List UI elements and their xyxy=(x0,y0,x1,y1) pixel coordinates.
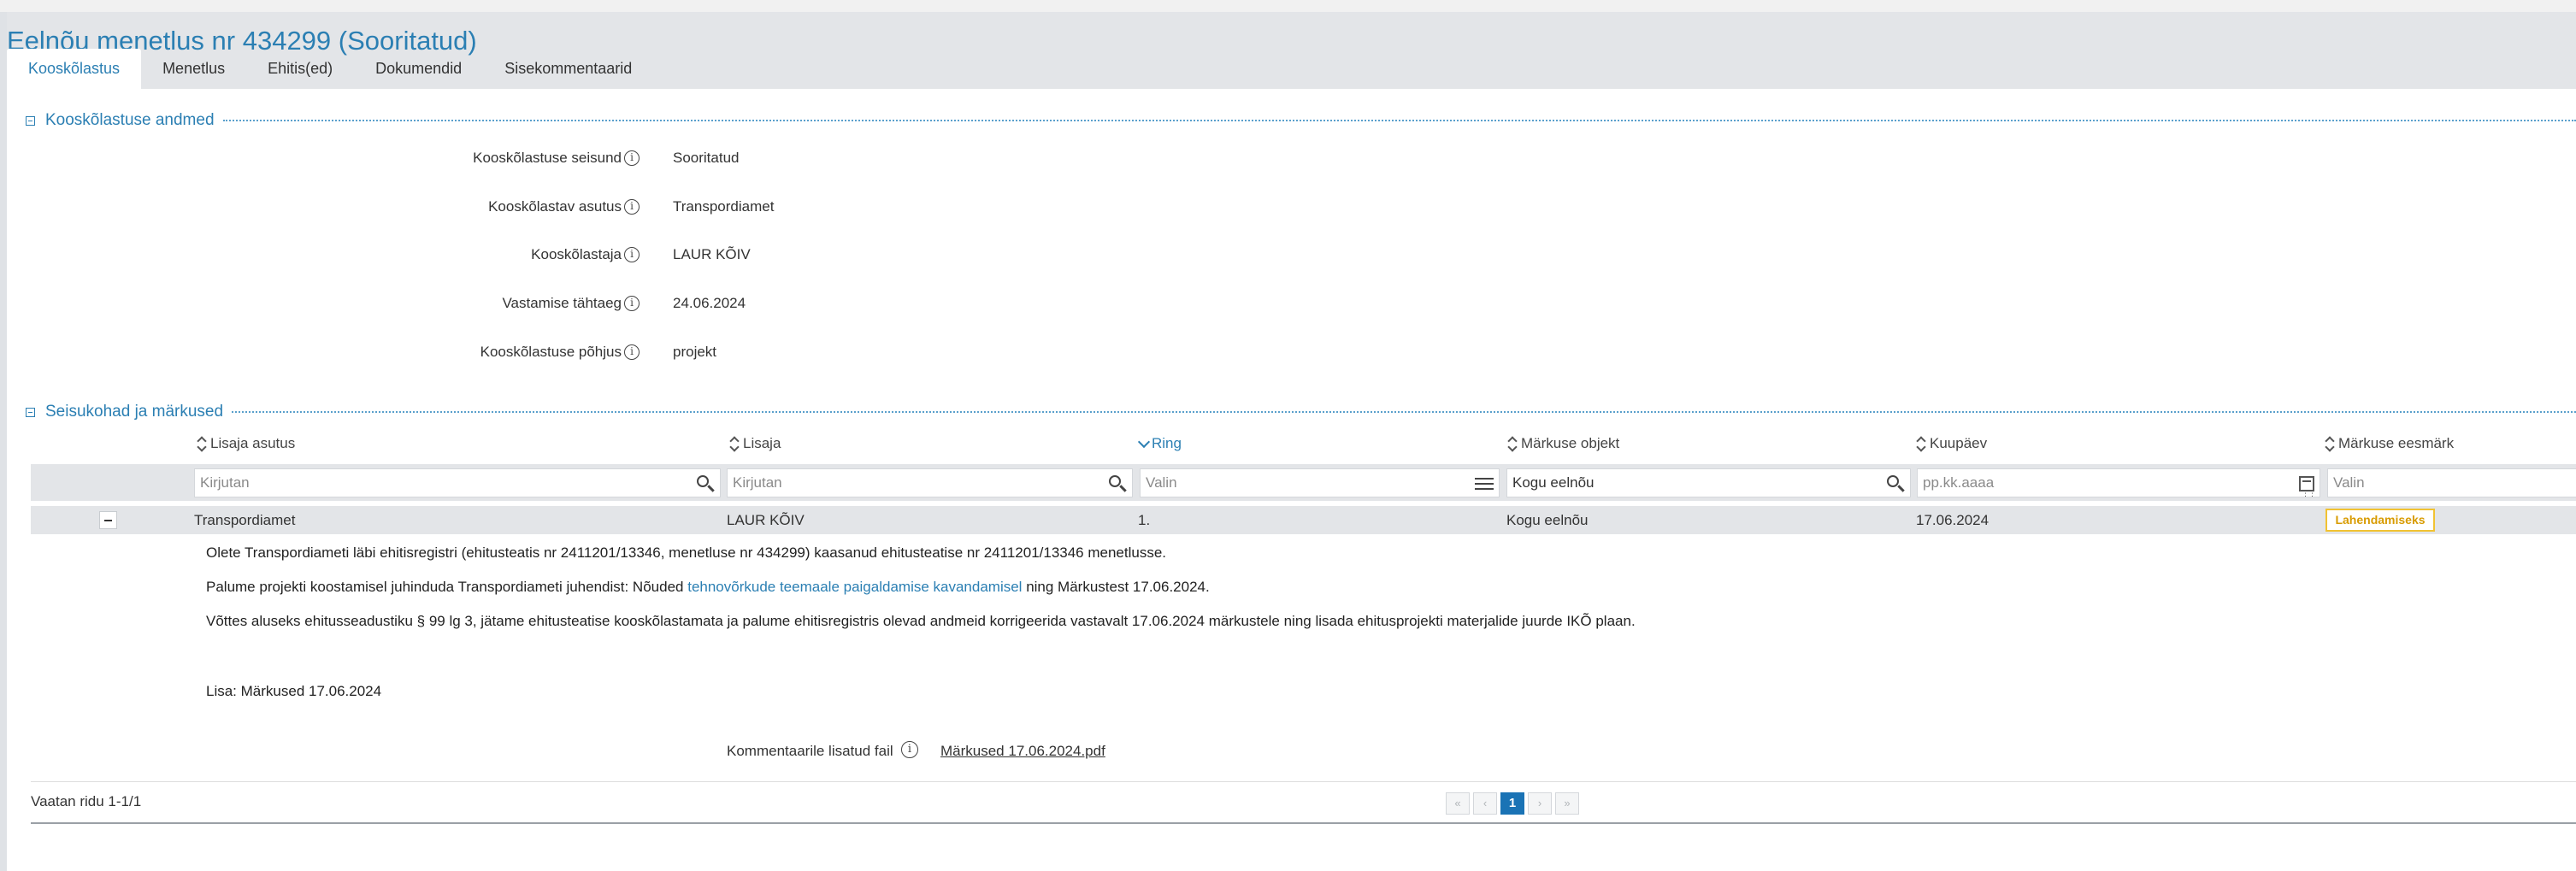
filter-object-input[interactable]: Kogu eelnõu xyxy=(1506,468,1911,497)
current-page-button[interactable]: 1 xyxy=(1500,792,1524,815)
filter-date-input[interactable]: pp.kk.aaaa xyxy=(1917,468,2320,497)
field-label: Kooskõlastuse põhjus xyxy=(480,344,622,360)
collapse-row-button[interactable] xyxy=(99,511,117,529)
tab-menetlus[interactable]: Menetlus xyxy=(141,49,246,89)
tab-sisekommentaarid[interactable]: Sisekommentaarid xyxy=(483,49,653,89)
attached-file-link[interactable]: Märkused 17.06.2024.pdf xyxy=(940,743,1105,760)
rows-info: Vaatan ridu 1-1/1 xyxy=(31,793,142,809)
column-header-author[interactable]: Lisaja xyxy=(729,433,781,455)
field-row-status: Kooskõlastuse seisund i Sooritatud xyxy=(0,145,855,171)
list-icon[interactable] xyxy=(1475,474,1494,493)
attached-file-label: Kommentaarile lisatud fail xyxy=(727,743,893,759)
placeholder: Valin xyxy=(1146,474,1177,491)
field-row-deadline: Vastamise tähtaeg i 24.06.2024 xyxy=(0,291,855,316)
column-header-round[interactable]: Ring xyxy=(1138,433,1182,455)
field-row-agency: Kooskõlastav asutus i Transpordiamet xyxy=(0,194,855,220)
sort-desc-icon xyxy=(1138,435,1148,452)
field-label: Vastamise tähtaeg xyxy=(502,295,622,311)
column-header-object[interactable]: Märkuse objekt xyxy=(1507,433,1619,455)
info-icon[interactable]: i xyxy=(624,344,640,360)
prev-page-button[interactable]: ‹ xyxy=(1473,792,1497,815)
table-row[interactable] xyxy=(31,506,2576,534)
field-label: Kooskõlastaja xyxy=(531,246,622,262)
cell-round: 1. xyxy=(1138,512,1151,528)
page-header: Eelnõu menetlus nr 434299 (Sooritatud) K… xyxy=(0,12,2576,89)
info-icon[interactable]: i xyxy=(624,150,640,166)
filter-round-select[interactable]: Valin xyxy=(1140,468,1500,497)
field-value: Transpordiamet xyxy=(673,198,775,215)
comment-paragraph: Võttes aluseks ehitusseadustiku § 99 lg … xyxy=(206,613,1636,629)
comment-paragraph: Palume projekti koostamisel juhinduda Tr… xyxy=(206,579,1210,596)
sort-icon xyxy=(197,435,207,452)
browser-top-strip xyxy=(0,0,2576,12)
field-row-reason: Kooskõlastuse põhjus i projekt xyxy=(0,339,855,365)
pagination: « ‹ 1 › » xyxy=(1446,792,1579,815)
calendar-icon[interactable] xyxy=(2299,476,2315,497)
placeholder: Valin xyxy=(2333,474,2365,491)
column-header-agency[interactable]: Lisaja asutus xyxy=(197,433,295,455)
collapse-comments-button[interactable] xyxy=(26,407,35,417)
last-page-button[interactable]: » xyxy=(1555,792,1579,815)
details-section-title: Kooskõlastuse andmed xyxy=(45,111,215,129)
filter-value: Kogu eelnõu xyxy=(1512,474,1595,491)
info-icon[interactable]: i xyxy=(624,247,640,262)
collapse-details-button[interactable] xyxy=(26,115,35,126)
column-header-purpose[interactable]: Märkuse eesmärk xyxy=(2325,433,2454,455)
column-label: Lisaja xyxy=(743,435,781,451)
column-label: Lisaja asutus xyxy=(210,435,296,451)
sort-icon xyxy=(729,435,740,452)
info-icon[interactable]: i xyxy=(624,199,640,215)
filter-agency-input[interactable]: Kirjutan xyxy=(194,468,721,497)
placeholder: Kirjutan xyxy=(200,474,250,491)
comments-section-title: Seisukohad ja märkused xyxy=(45,403,224,421)
cell-agency: Transpordiamet xyxy=(194,512,296,528)
field-label: Kooskõlastav asutus xyxy=(488,198,622,215)
tab-ehitised[interactable]: Ehitis(ed) xyxy=(246,49,354,89)
tab-dokumendid[interactable]: Dokumendid xyxy=(354,49,483,89)
comments-section-header: Seisukohad ja märkused xyxy=(26,402,2576,422)
field-value: projekt xyxy=(673,344,717,360)
field-row-approver: Kooskõlastaja i LAUR KÕIV xyxy=(0,242,855,268)
info-icon[interactable]: i xyxy=(624,296,640,311)
details-section-header: Kooskõlastuse andmed xyxy=(26,110,2576,131)
column-header-date[interactable]: Kuupäev xyxy=(1916,433,1987,455)
field-value: 24.06.2024 xyxy=(673,295,746,311)
field-value: LAUR KÕIV xyxy=(673,246,751,262)
tab-bar: Kooskõlastus Menetlus Ehitis(ed) Dokumen… xyxy=(7,49,653,89)
field-value: Sooritatud xyxy=(673,150,740,166)
search-icon[interactable] xyxy=(1886,474,1905,493)
column-label: Kuupäev xyxy=(1930,435,1988,451)
placeholder: pp.kk.aaaa xyxy=(1923,474,1995,491)
guideline-link[interactable]: tehnovõrkude teemaale paigaldamise kavan… xyxy=(687,579,1022,595)
sort-icon xyxy=(1507,435,1518,452)
filter-author-input[interactable]: Kirjutan xyxy=(727,468,1133,497)
first-page-button[interactable]: « xyxy=(1446,792,1470,815)
text: ning Märkustest 17.06.2024. xyxy=(1022,579,1210,595)
cell-author: LAUR KÕIV xyxy=(727,512,805,528)
table-bottom-border xyxy=(31,822,2576,824)
next-page-button[interactable]: › xyxy=(1528,792,1552,815)
field-label: Kooskõlastuse seisund xyxy=(473,150,622,166)
comment-attachment-note: Lisa: Märkused 17.06.2024 xyxy=(206,683,382,699)
info-icon[interactable]: i xyxy=(901,741,918,758)
search-icon[interactable] xyxy=(696,474,715,493)
placeholder: Kirjutan xyxy=(733,474,782,491)
comment-paragraph: Olete Transpordiameti läbi ehitisregistr… xyxy=(206,544,1167,561)
column-label: Märkuse objekt xyxy=(1521,435,1620,451)
sort-icon xyxy=(1916,435,1926,452)
left-edge xyxy=(0,12,7,871)
filter-purpose-select[interactable]: Valin xyxy=(2327,468,2576,497)
purpose-badge: Lahendamiseks xyxy=(2325,509,2435,532)
text: Palume projekti koostamisel juhinduda Tr… xyxy=(206,579,688,595)
sort-icon xyxy=(2325,435,2335,452)
cell-date: 17.06.2024 xyxy=(1916,512,1989,528)
tab-kooskolastus[interactable]: Kooskõlastus xyxy=(7,49,142,89)
section-divider xyxy=(222,120,2576,121)
column-label: Ring xyxy=(1152,435,1182,451)
section-divider xyxy=(232,411,2576,413)
search-icon[interactable] xyxy=(1108,474,1127,493)
column-label: Märkuse eesmärk xyxy=(2338,435,2455,451)
table-footer-divider xyxy=(31,781,2576,782)
cell-object: Kogu eelnõu xyxy=(1506,512,1589,528)
